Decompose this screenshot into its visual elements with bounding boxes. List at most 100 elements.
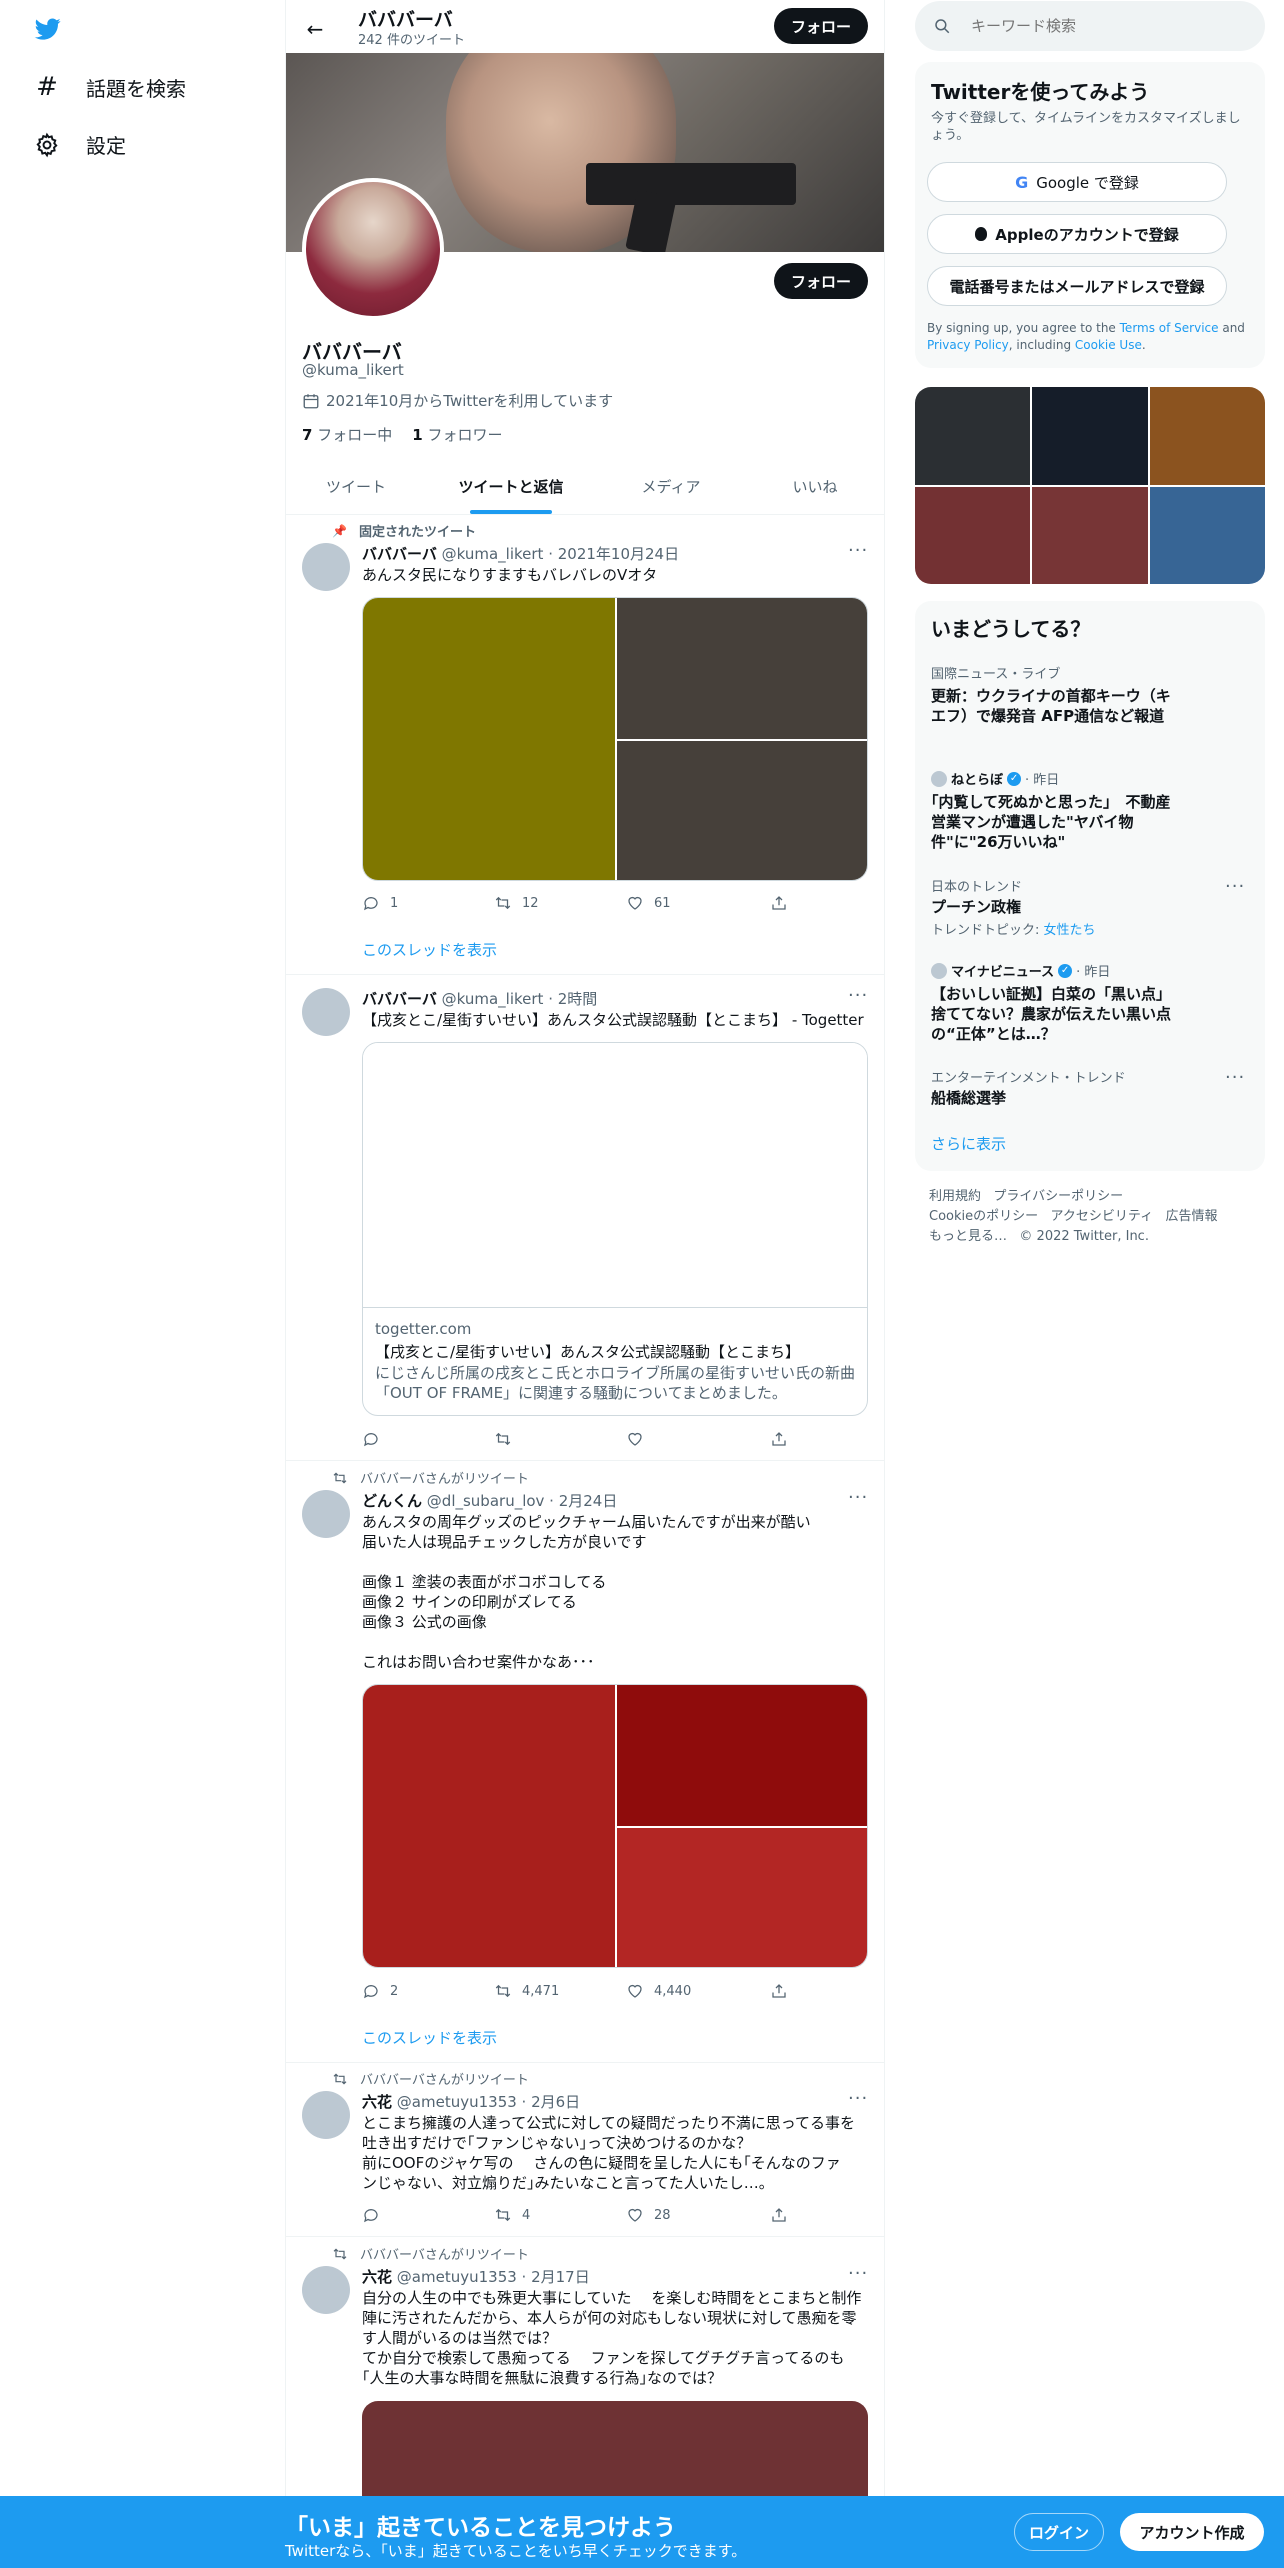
tweet1-image-1[interactable] [363,598,615,880]
tweet3-more-icon[interactable]: ··· [848,1487,868,1508]
tweet1-image-2[interactable] [617,598,867,739]
tab-media[interactable]: メディア [596,458,746,514]
footer-link[interactable]: 利用規約 [929,1189,981,1204]
media-thumb[interactable] [1150,387,1265,485]
trend-subtopic-link[interactable]: 女性たち [1044,923,1096,938]
tweet4-more-icon[interactable]: ··· [848,2088,868,2109]
tweet2-meta: バババーバ @kuma_likert · 2時間 [362,988,597,1009]
tweet1-name[interactable]: バババーバ [362,545,437,563]
tweet3-image-1[interactable] [363,1685,615,1967]
retweet-icon [333,1471,347,1484]
tweet2-avatar[interactable] [302,988,350,1036]
tweet1-avatar[interactable] [302,543,350,591]
media-thumb[interactable] [1150,487,1265,584]
tweet1-more-icon[interactable]: ··· [848,540,868,561]
tweet5-handle-time[interactable]: @ametuyu1353 · 2月17日 [397,2268,590,2286]
following-stat[interactable]: 7 フォロー中 [302,424,392,445]
media-thumb[interactable] [915,387,1030,485]
tweet3-show-thread[interactable]: このスレッドを表示 [362,2027,497,2048]
tweet3-like-button[interactable]: 4,440 [626,1982,770,2000]
tweet1-handle-time[interactable]: @kuma_likert · 2021年10月24日 [442,545,679,563]
tweet2-more-icon[interactable]: ··· [848,985,868,1006]
tweet3-handle-time[interactable]: @dl_subaru_lov · 2月24日 [427,1492,618,1510]
privacy-policy-link[interactable]: Privacy Policy [927,338,1009,352]
tweet3-retweet-button[interactable]: 4,471 [494,1982,626,2000]
search-input[interactable] [971,17,1231,35]
tweet3-share-button[interactable] [770,1982,810,2000]
apple-signup-button[interactable]: Appleのアカウントで登録 [927,214,1227,254]
tweet1-share-button[interactable] [770,894,810,912]
tweet2-share-button[interactable] [770,1430,810,1448]
tweet1-image-3[interactable] [617,741,867,880]
profile-avatar[interactable] [302,178,444,320]
tweet1-like-button[interactable]: 61 [626,894,770,912]
create-account-button[interactable]: アカウント作成 [1120,2513,1264,2551]
tweet4-rt-text[interactable]: バババーバさんがリツイート [360,2069,529,2088]
login-button[interactable]: ログイン [1014,2513,1104,2551]
followers-stat[interactable]: 1 フォロワー [412,424,502,445]
tweet3-avatar[interactable] [302,1490,350,1538]
google-signup-button[interactable]: G Google で登録 [927,162,1227,202]
trend-item[interactable]: 国際ニュース・ライブ 更新：ウクライナの首都キーウ（キエフ）で爆発音 AFP通信… [931,663,1231,726]
media-thumb[interactable] [1032,387,1148,485]
tweet3-media[interactable] [362,1684,868,1968]
tweet2-reply-button[interactable] [362,1430,494,1448]
trend-item[interactable]: エンターテインメント・トレンド 船橋総選挙 [931,1067,1231,1108]
tweet4-handle-time[interactable]: @ametuyu1353 · 2月6日 [397,2093,580,2111]
tweet1-show-thread[interactable]: このスレッドを表示 [362,939,497,960]
trend-item[interactable]: マイナビニュース ✓ · 昨日 【おいしい証拠】白菜の「黒い点」捨ててない？農家… [931,961,1231,1044]
tweet5-more-icon[interactable]: ··· [848,2263,868,2284]
tab-tweets-replies[interactable]: ツイートと返信 [426,458,596,514]
tweet2-name[interactable]: バババーバ [362,990,437,1008]
trends-show-more[interactable]: さらに表示 [931,1133,1006,1154]
footer-link[interactable]: 広告情報 [1166,1209,1218,1224]
tweet4-retweet-button[interactable]: 4 [494,2206,626,2224]
tweet4-avatar[interactable] [302,2091,350,2139]
tweet2-link-card[interactable]: togetter.com 【戌亥とこ/星街すいせい】あんスタ公式誤認騒動【とこま… [362,1042,868,1416]
footer-link[interactable]: アクセシビリティ [1051,1209,1154,1224]
terms-of-service-link[interactable]: Terms of Service [1120,321,1219,335]
retweet-icon [495,896,511,910]
tweet4-like-button[interactable]: 28 [626,2206,770,2224]
profile-follow-stats: 7 フォロー中 1 フォロワー [302,424,502,445]
media-thumb[interactable] [915,487,1030,584]
tweet5-name[interactable]: 六花 [362,2268,392,2286]
cookie-use-link[interactable]: Cookie Use [1075,338,1142,352]
tweet2-handle-time[interactable]: @kuma_likert · 2時間 [442,990,598,1008]
tweet3-name[interactable]: どんくん [362,1492,422,1510]
footer-more[interactable]: もっと見る… [929,1229,1007,1244]
search-box[interactable] [915,1,1265,51]
nav-explore[interactable]: # 話題を検索 [34,72,186,102]
profile-follow-button[interactable]: フォロー [774,263,868,299]
trend-item[interactable]: 日本のトレンド プーチン政権 トレンドトピック: 女性たち [931,876,1231,938]
reply-icon [364,1433,378,1447]
tweet4-share-button[interactable] [770,2206,810,2224]
tweet4-reply-button[interactable] [362,2206,494,2224]
back-arrow-icon[interactable]: ← [298,12,332,46]
tweet5-rt-text[interactable]: バババーバさんがリツイート [360,2244,529,2263]
tweet1-media[interactable] [362,597,868,881]
header-follow-button[interactable]: フォロー [774,8,868,44]
tab-tweets[interactable]: ツイート [286,458,426,514]
tweet5-avatar[interactable] [302,2266,350,2314]
media-thumb[interactable] [1032,487,1148,584]
tweet3-rt-text[interactable]: バババーバさんがリツイート [360,1468,529,1487]
tweet3-image-3[interactable] [617,1828,867,1967]
nav-settings[interactable]: 設定 [34,130,126,159]
twitter-logo-icon[interactable] [33,16,63,42]
footer-link[interactable]: Cookieのポリシー [929,1209,1038,1224]
tab-likes[interactable]: いいね [746,458,884,514]
trend-item[interactable]: ねとらぼ ✓ · 昨日 ｢内覧して死ぬかと思った｣ 不動産営業マンが遭遇した"ヤ… [931,769,1231,852]
trend-more-icon[interactable]: ··· [1225,1067,1245,1088]
tweet2-retweet-button[interactable] [494,1430,626,1448]
tweet1-reply-button[interactable]: 1 [362,894,494,912]
tweet3-image-2[interactable] [617,1685,867,1826]
tweet1-retweet-button[interactable]: 12 [494,894,626,912]
tweet2-like-button[interactable] [626,1430,770,1448]
tweet3-reply-button[interactable]: 2 [362,1982,494,2000]
tweet3-reply-count: 2 [390,1983,399,1999]
phone-email-signup-button[interactable]: 電話番号またはメールアドレスで登録 [927,266,1227,306]
tweet4-name[interactable]: 六花 [362,2093,392,2111]
trend-more-icon[interactable]: ··· [1225,876,1245,897]
footer-link[interactable]: プライバシーポリシー [993,1189,1123,1204]
